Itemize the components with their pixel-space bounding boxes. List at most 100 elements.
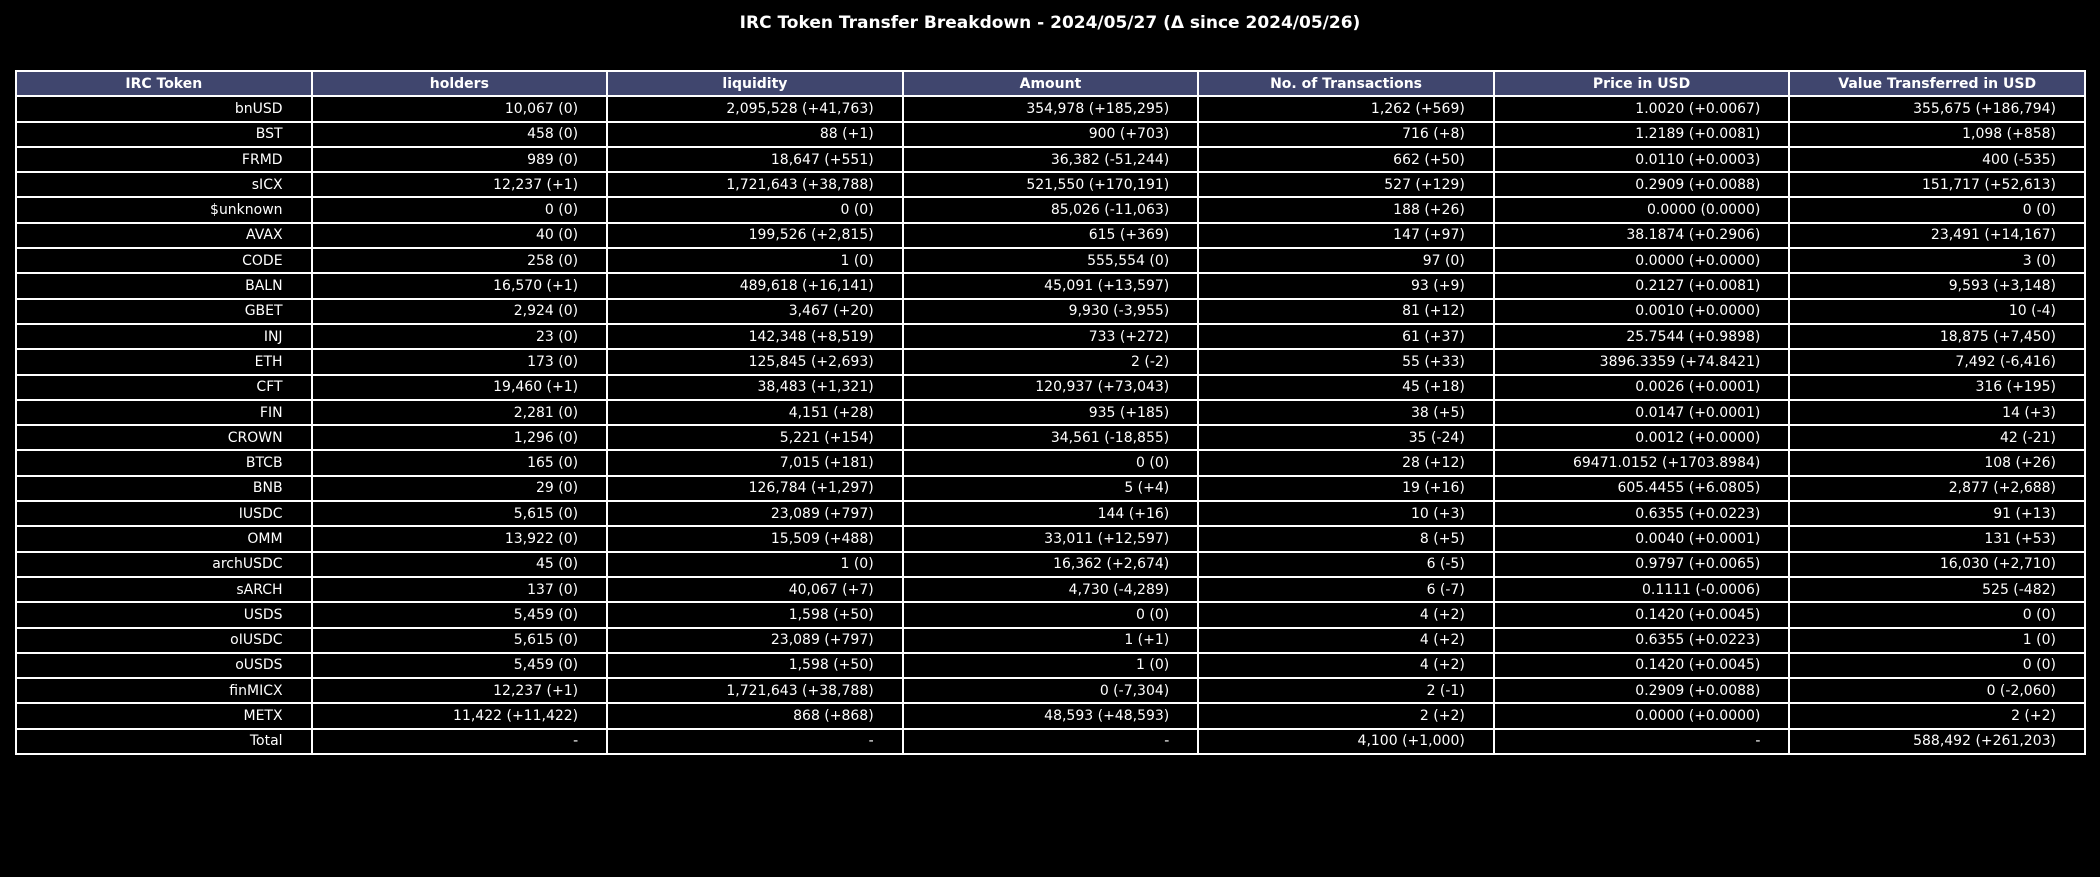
table-cell: 2,095,528 (+41,763) (606, 95, 904, 123)
table-cell: 605.4455 (+6.0805) (1492, 474, 1791, 503)
table-cell: 2 (+2) (1197, 702, 1495, 730)
table-title: IRC Token Transfer Breakdown - 2024/05/2… (739, 13, 1361, 33)
table-cell: 0.0010 (+0.0000) (1492, 297, 1791, 325)
token-name-cell: bnUSD (15, 95, 313, 123)
table-row: oIUSDC 5,615 (0) 23,089 (+797) 1 (+1) 4 (+2)… (15, 626, 2086, 654)
column-header: Amount (901, 69, 1200, 98)
table-cell: 716 (+8) (1197, 120, 1495, 148)
table-row: FRMD 989 (0) 18,647 (+551) 36,382 (-51,244)… (15, 145, 2086, 174)
table-cell: 3,467 (+20) (606, 297, 904, 325)
table-cell: 1,598 (+50) (606, 601, 904, 629)
token-name-cell: INJ (15, 322, 313, 351)
table-cell: 93 (+9) (1197, 272, 1495, 300)
token-name-cell: GBET (15, 297, 313, 325)
table-cell: 16,570 (+1) (310, 272, 609, 300)
table-row: bnUSD 10,067 (0) 2,095,528 (+41,763) 354,97… (15, 95, 2086, 123)
table-cell: 0 (0) (901, 601, 1200, 629)
table-cell: 48,593 (+48,593) (901, 702, 1200, 730)
table-cell: 144 (+16) (901, 500, 1200, 528)
table-row: IUSDC 5,615 (0) 23,089 (+797) 144 (+16) 10 (… (15, 500, 2086, 528)
table-cell: 0.0012 (+0.0000) (1492, 424, 1791, 452)
table-cell: 10 (+3) (1197, 500, 1495, 528)
table-cell: 36,382 (-51,244) (901, 145, 1200, 174)
table-cell: 126,784 (+1,297) (606, 474, 904, 503)
table-cell: 12,237 (+1) (310, 677, 609, 705)
table-cell: 0.0000 (+0.0000) (1492, 247, 1791, 275)
table-cell: 34,561 (-18,855) (901, 424, 1200, 452)
table-cell: 147 (+97) (1197, 221, 1495, 250)
table-cell: 15,509 (+488) (606, 525, 904, 553)
table-row: archUSDC 45 (0) 1 (0) 16,362 (+2,674) 6 (-5)… (15, 550, 2086, 578)
table-row: CFT 19,460 (+1) 38,483 (+1,321) 120,937 (+7… (15, 373, 2086, 401)
table-row: GBET 2,924 (0) 3,467 (+20) 9,930 (-3,955) 81… (15, 297, 2086, 325)
table-cell: 88 (+1) (606, 120, 904, 148)
table-cell: 16,030 (+2,710) (1788, 550, 2086, 578)
table-cell: 458 (0) (310, 120, 609, 148)
table-cell: 18,875 (+7,450) (1788, 322, 2086, 351)
table-cell: 7,015 (+181) (606, 449, 904, 477)
table-cell: 28 (+12) (1197, 449, 1495, 477)
table-cell: 4 (+2) (1197, 626, 1495, 654)
table-cell: 131 (+53) (1788, 525, 2086, 553)
table-cell: 4 (+2) (1197, 601, 1495, 629)
table-cell: 0.1420 (+0.0045) (1492, 651, 1791, 680)
table-cell: 38,483 (+1,321) (606, 373, 904, 401)
table-cell: 5 (+4) (901, 474, 1200, 503)
column-header: holders (310, 69, 609, 98)
table-cell: 5,221 (+154) (606, 424, 904, 452)
table-cell: 0.1420 (+0.0045) (1492, 601, 1791, 629)
table-cell: 0.0040 (+0.0001) (1492, 525, 1791, 553)
table-cell: 1.0020 (+0.0067) (1492, 95, 1791, 123)
table-cell: 0 (0) (1788, 196, 2086, 224)
table-cell: 97 (0) (1197, 247, 1495, 275)
table-cell: 4,100 (+1,000) (1197, 727, 1495, 756)
table-cell: 5,615 (0) (310, 500, 609, 528)
token-name-cell: $unknown (15, 196, 313, 224)
table-cell: 354,978 (+185,295) (901, 95, 1200, 123)
table-cell: 3896.3359 (+74.8421) (1492, 348, 1791, 376)
table-cell: 0.0147 (+0.0001) (1492, 398, 1791, 427)
table-cell: 151,717 (+52,613) (1788, 171, 2086, 199)
table-row: BNB 29 (0) 126,784 (+1,297) 5 (+4) 19 (+16) 6… (15, 474, 2086, 503)
table-row: finMICX 12,237 (+1) 1,721,643 (+38,788) 0 (… (15, 677, 2086, 705)
table-cell: - (901, 727, 1200, 756)
table-row: Total - - -4,100 (+1,000) -588,492 (+261,203… (15, 727, 2086, 756)
table-cell: 91 (+13) (1788, 500, 2086, 528)
table-row: INJ 23 (0) 142,348 (+8,519) 733 (+272) 61 (+… (15, 322, 2086, 351)
table-cell: 14 (+3) (1788, 398, 2086, 427)
table-cell: 5,459 (0) (310, 601, 609, 629)
table-cell: 0 (0) (310, 196, 609, 224)
table-body: bnUSD 10,067 (0) 2,095,528 (+41,763) 354,97… (15, 95, 2086, 756)
table-cell: 0 (0) (1788, 651, 2086, 680)
table-cell: 35 (-24) (1197, 424, 1495, 452)
table-cell: 0 (0) (606, 196, 904, 224)
table-cell: 61 (+37) (1197, 322, 1495, 351)
token-name-cell: CROWN (15, 424, 313, 452)
table-row: OMM 13,922 (0) 15,509 (+488) 33,011 (+12,59… (15, 525, 2086, 553)
token-name-cell: sICX (15, 171, 313, 199)
table-cell: 2,924 (0) (310, 297, 609, 325)
table-cell: 935 (+185) (901, 398, 1200, 427)
table-cell: 137 (0) (310, 575, 609, 604)
token-name-cell: METX (15, 702, 313, 730)
table-cell: 120,937 (+73,043) (901, 373, 1200, 401)
token-name-cell: IUSDC (15, 500, 313, 528)
table-row: AVAX 40 (0) 199,526 (+2,815) 615 (+369) 147 … (15, 221, 2086, 250)
table-cell: 525 (-482) (1788, 575, 2086, 604)
column-header: No. of Transactions (1197, 69, 1495, 98)
table-cell: 19,460 (+1) (310, 373, 609, 401)
table-cell: 11,422 (+11,422) (310, 702, 609, 730)
table-row: CROWN 1,296 (0) 5,221 (+154) 34,561 (-18,85… (15, 424, 2086, 452)
table-cell: 0.2909 (+0.0088) (1492, 171, 1791, 199)
token-name-cell: archUSDC (15, 550, 313, 578)
table-cell: 25.7544 (+0.9898) (1492, 322, 1791, 351)
table-cell: 733 (+272) (901, 322, 1200, 351)
table-cell: 38 (+5) (1197, 398, 1495, 427)
token-name-cell: FIN (15, 398, 313, 427)
table-row: USDS 5,459 (0) 1,598 (+50) 0 (0) 4 (+2) 0.142… (15, 601, 2086, 629)
table-cell: 23 (0) (310, 322, 609, 351)
table-cell: 2 (-2) (901, 348, 1200, 376)
table-row: CODE 258 (0) 1 (0) 555,554 (0) 97 (0) 0.0000 … (15, 247, 2086, 275)
token-name-cell: BNB (15, 474, 313, 503)
table-cell: 2,877 (+2,688) (1788, 474, 2086, 503)
